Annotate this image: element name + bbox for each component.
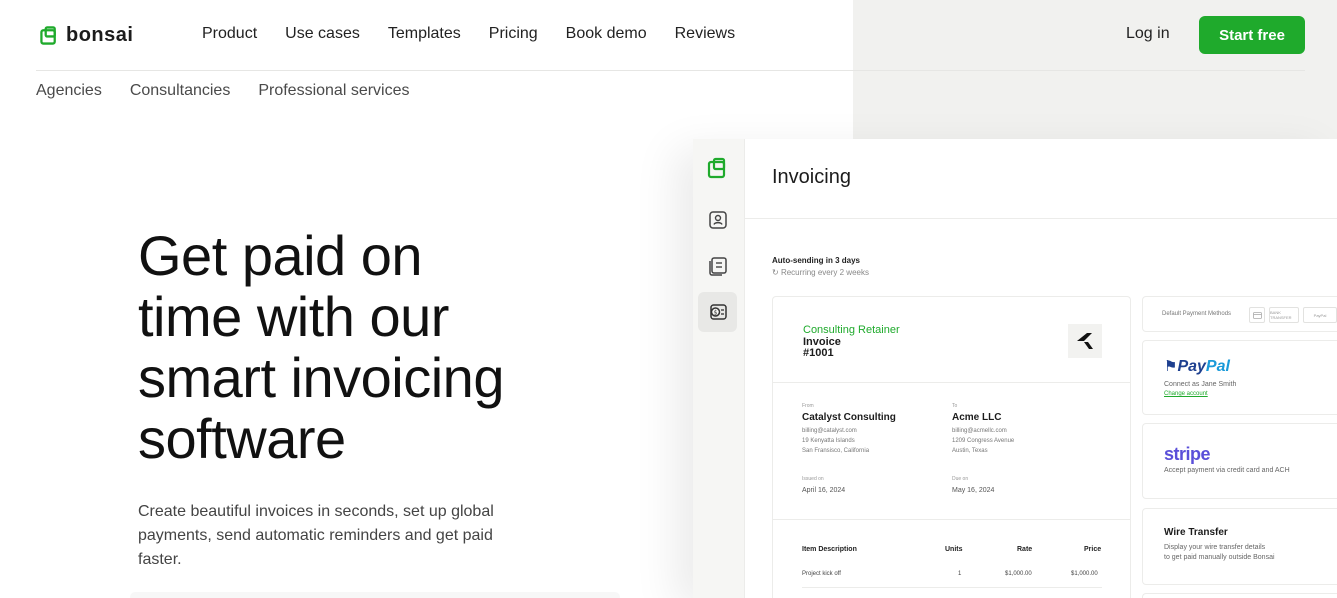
site-header: bonsai Product Use cases Templates Prici… [36, 0, 1305, 71]
next-payment-card[interactable] [1142, 593, 1337, 598]
bank-transfer-chip[interactable]: BANK TRANSFER [1269, 307, 1299, 323]
column-price: Price [1084, 546, 1102, 553]
paypal-connect-text: Connect as Jane Smith [1164, 381, 1237, 388]
paypal-card[interactable]: ⚑PayPal Connect as Jane Smith Change acc… [1142, 340, 1337, 415]
row-rate: $1,000.00 [1005, 571, 1032, 577]
invoice-card[interactable]: Consulting Retainer Invoice #1001 From C… [772, 296, 1131, 598]
hero-title-line: software [138, 407, 346, 470]
hero-title-line: smart invoicing [138, 346, 504, 409]
contacts-icon[interactable] [707, 209, 729, 231]
to-line: billing@acmellc.com [952, 428, 1007, 434]
app-title: Invoicing [772, 166, 851, 188]
start-free-button[interactable]: Start free [1199, 16, 1305, 54]
row-price: $1,000.00 [1071, 571, 1098, 577]
hero-title: Get paid on time with our smart invoicin… [138, 225, 618, 469]
hero-description-line: payments, send automatic reminders and g… [138, 527, 493, 544]
wire-transfer-title: Wire Transfer [1164, 527, 1228, 538]
column-item-description: Item Description [802, 546, 857, 553]
nav-pricing[interactable]: Pricing [489, 25, 538, 43]
invoice-number: #1001 [803, 347, 834, 359]
hero-description-line: Create beautiful invoices in seconds, se… [138, 503, 494, 520]
from-name: Catalyst Consulting [802, 412, 896, 423]
svg-text:$: $ [714, 309, 718, 316]
documents-icon[interactable] [707, 255, 729, 277]
from-line: 19 Kenyatta Islands [802, 438, 855, 444]
recurring-icon: ↻ [772, 268, 779, 277]
main-nav: Product Use cases Templates Pricing Book… [202, 25, 763, 43]
change-account-link[interactable]: Change account [1164, 391, 1208, 397]
nav-templates[interactable]: Templates [388, 25, 461, 43]
hero-description: Create beautiful invoices in seconds, se… [138, 500, 528, 572]
wire-transfer-card[interactable]: Wire Transfer Display your wire transfer… [1142, 508, 1337, 585]
app-topbar: Invoicing [745, 139, 1337, 219]
invoicing-icon[interactable]: $ [707, 301, 729, 323]
paypal-logo-icon: ⚑ [1164, 358, 1178, 375]
nav-product[interactable]: Product [202, 25, 257, 43]
paypal-chip[interactable]: PayPal [1303, 307, 1337, 323]
hero-cta-shadow [130, 592, 620, 598]
brand-name: bonsai [66, 24, 134, 46]
stripe-card[interactable]: stripe Accept payment via credit card an… [1142, 423, 1337, 499]
wire-transfer-line: to get paid manually outside Bonsai [1164, 554, 1275, 561]
stripe-logo: stripe [1164, 444, 1211, 464]
subnav-professional-services[interactable]: Professional services [258, 82, 409, 100]
invoice-divider [773, 382, 1130, 383]
nav-reviews[interactable]: Reviews [675, 25, 735, 43]
due-date: May 16, 2024 [952, 487, 995, 494]
hero-description-line: faster. [138, 551, 182, 568]
to-name: Acme LLC [952, 412, 1002, 423]
due-label: Due on [952, 476, 969, 482]
hero-title-line: Get paid on [138, 224, 423, 287]
to-line: Austin, Texas [952, 448, 988, 454]
hero-title-line: time with our [138, 285, 449, 348]
credit-card-icon[interactable] [1249, 307, 1265, 323]
bonsai-logo-icon[interactable] [707, 157, 729, 179]
subnav-agencies[interactable]: Agencies [36, 82, 102, 100]
row-description: Project kick off [802, 571, 841, 577]
from-line: billing@catalyst.com [802, 428, 857, 434]
to-line: 1209 Congress Avenue [952, 438, 1015, 444]
column-units: Units [945, 546, 963, 553]
subnav-consultancies[interactable]: Consultancies [130, 82, 231, 100]
bonsai-logo-icon [40, 26, 56, 45]
paypal-logo-pal: Pal [1205, 358, 1230, 375]
nav-book-demo[interactable]: Book demo [566, 25, 647, 43]
invoice-divider [773, 519, 1130, 520]
invoicing-app-preview: $ Invoicing Auto-sending in 3 days ↻ Rec… [693, 139, 1337, 598]
issued-label: Issued on [802, 476, 824, 482]
recurring-text: Recurring every 2 weeks [780, 268, 869, 277]
row-units: 1 [958, 571, 962, 577]
payment-methods-label: Default Payment Methods [1162, 311, 1232, 317]
paypal-logo: ⚑PayPal [1164, 357, 1230, 376]
invoice-retainer-label: Consulting Retainer [803, 324, 900, 336]
default-payment-methods: Default Payment Methods BANK TRANSFER Pa… [1142, 296, 1337, 332]
issued-date: April 16, 2024 [802, 487, 846, 494]
auto-sending-status: Auto-sending in 3 days [772, 256, 861, 265]
nav-use-cases[interactable]: Use cases [285, 25, 360, 43]
from-line: San Fransisco, California [802, 448, 870, 454]
from-label: From [802, 403, 814, 409]
paypal-logo-pay: Pay [1177, 358, 1206, 375]
login-link[interactable]: Log in [1126, 25, 1170, 43]
bonsai-logo[interactable]: bonsai [40, 24, 133, 47]
wire-transfer-line: Display your wire transfer details [1164, 544, 1266, 551]
to-label: To [952, 403, 958, 409]
row-divider [802, 587, 1102, 588]
stripe-text: Accept payment via credit card and ACH [1164, 467, 1290, 474]
recurring-status: ↻ Recurring every 2 weeks [772, 268, 869, 277]
client-logo-icon [1068, 324, 1102, 358]
app-sidebar: $ [693, 139, 745, 598]
column-rate: Rate [1017, 546, 1033, 553]
subnav: Agencies Consultancies Professional serv… [36, 82, 438, 100]
